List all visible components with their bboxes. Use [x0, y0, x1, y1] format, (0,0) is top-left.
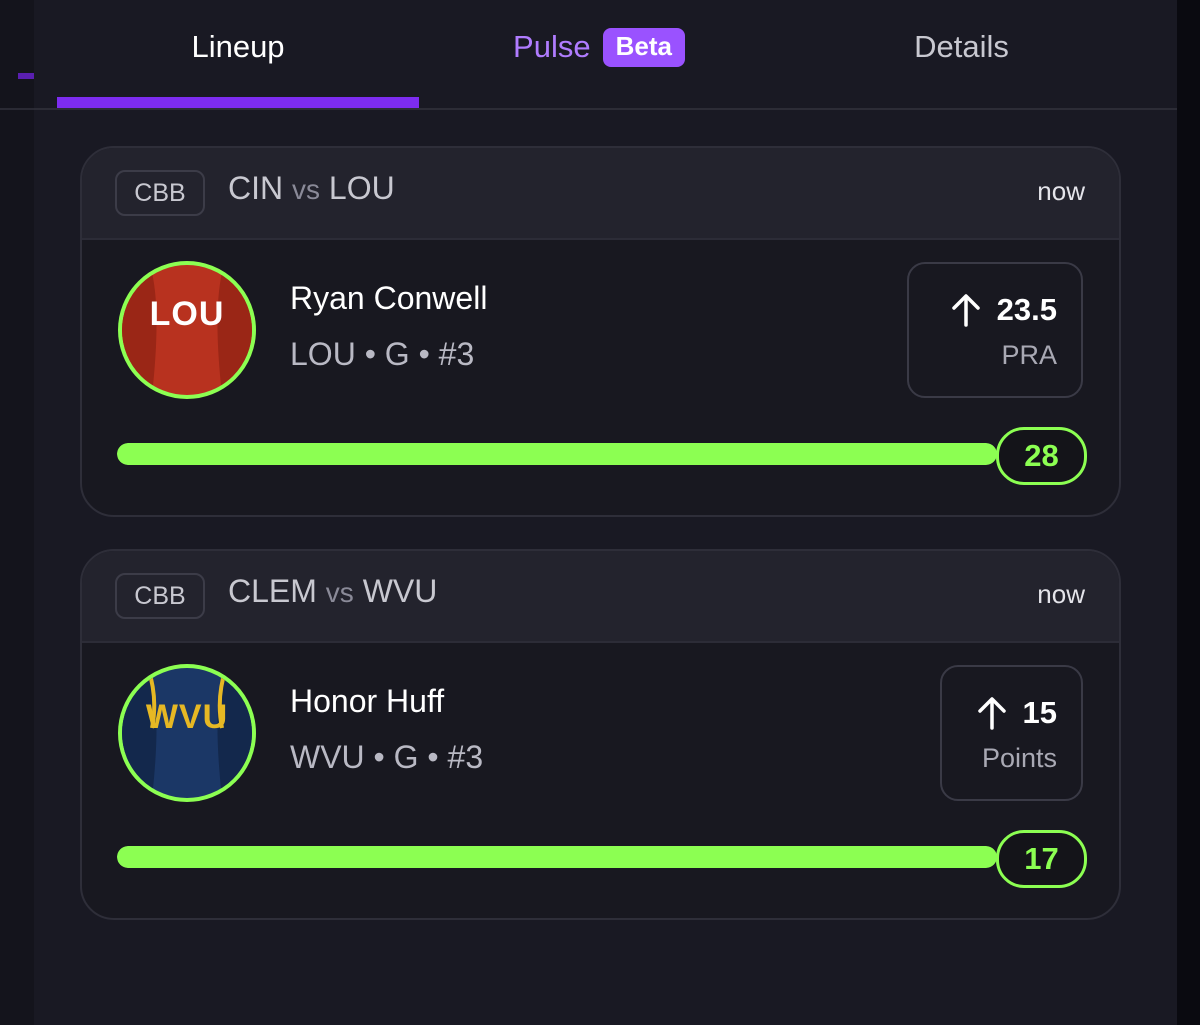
progress-bar — [117, 846, 997, 868]
projection-value: 23.5 — [996, 292, 1057, 327]
jersey-label: LOU — [149, 295, 225, 333]
current-stat-value: 17 — [996, 830, 1087, 888]
tab-pulse-label: Pulse — [513, 29, 591, 64]
projection-value-row: 15 — [977, 695, 1057, 731]
lineup-panel: Lineup Pulse Beta Details CBB CIN vs LOU… — [34, 0, 1177, 1025]
pick-card[interactable]: CBB CLEM vs WVU now WVU Honor Huff WVU •… — [80, 549, 1121, 920]
projection-value-row: 23.5 — [951, 292, 1057, 328]
tab-bar: Lineup Pulse Beta Details — [34, 0, 1177, 110]
left-panel-divider — [0, 108, 34, 110]
league-badge: CBB — [115, 573, 205, 619]
progress-fill — [117, 846, 997, 868]
stat-type: Points — [981, 743, 1057, 773]
left-panel-accent — [18, 73, 34, 79]
player-name: Honor Huff — [290, 683, 445, 719]
arrow-up-icon — [977, 697, 1006, 730]
tab-bar-divider — [34, 108, 1177, 110]
progress-bar — [117, 443, 997, 465]
progress-fill — [117, 443, 997, 465]
league-badge: CBB — [115, 170, 205, 216]
tab-lineup-label: Lineup — [191, 29, 285, 64]
tab-lineup[interactable]: Lineup — [57, 20, 419, 74]
left-background-panel — [0, 0, 34, 1025]
player-meta: LOU • G • #3 — [290, 336, 475, 372]
projection-value: 15 — [1022, 695, 1057, 730]
player-meta: WVU • G • #3 — [290, 739, 484, 775]
matchup: CIN vs LOU — [228, 170, 395, 207]
tab-details-label: Details — [914, 29, 1009, 64]
arrow-up-icon — [951, 294, 980, 327]
stat-type: PRA — [1001, 340, 1057, 370]
projection-box[interactable]: 15 Points — [940, 665, 1083, 801]
vs-label: vs — [292, 174, 320, 205]
tab-pulse[interactable]: Pulse Beta — [434, 20, 764, 74]
vs-label: vs — [325, 577, 354, 608]
player-avatar[interactable]: LOU — [118, 261, 256, 399]
jersey-label: WVU — [145, 698, 229, 736]
pick-card[interactable]: CBB CIN vs LOU now LOU Ryan Conwell LOU … — [80, 146, 1121, 517]
home-team: CLEM — [228, 573, 317, 609]
player-name: Ryan Conwell — [290, 280, 488, 316]
projection-box[interactable]: 23.5 PRA — [907, 262, 1083, 398]
game-time: now — [1037, 579, 1085, 609]
matchup: CLEM vs WVU — [228, 573, 437, 610]
home-team: CIN — [228, 170, 284, 206]
current-stat-value: 28 — [996, 427, 1087, 485]
player-avatar[interactable]: WVU — [118, 664, 256, 802]
card-header: CBB CLEM vs WVU now — [82, 551, 1119, 643]
beta-badge: Beta — [602, 27, 685, 67]
card-header: CBB CIN vs LOU now — [82, 148, 1119, 240]
tab-details[interactable]: Details — [794, 20, 1129, 74]
right-background-panel — [1177, 0, 1200, 1025]
active-tab-indicator — [57, 97, 419, 108]
game-time: now — [1037, 176, 1085, 206]
away-team: LOU — [328, 170, 395, 206]
away-team: WVU — [362, 573, 438, 609]
